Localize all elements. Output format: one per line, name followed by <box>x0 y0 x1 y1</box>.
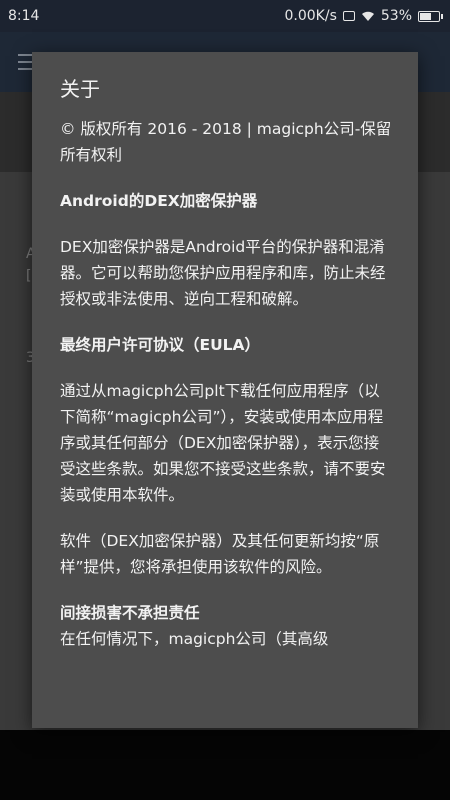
screen: 8:14 0.00K/s 53% A [ 3 关于 © 版权所有 2016 - … <box>0 0 450 800</box>
product-heading: Android的DEX加密保护器 <box>60 192 258 210</box>
copyright-text: © 版权所有 2016 - 2018 | magicph公司-保留所有权利 <box>60 120 392 164</box>
eula-heading: 最终用户许可协议（EULA） <box>60 336 261 354</box>
sim-icon <box>342 11 355 21</box>
status-icons: 0.00K/s 53% <box>284 8 443 24</box>
product-description: DEX加密保护器是Android平台的保护器和混淆器。它可以帮助您保护应用程序和… <box>60 238 386 308</box>
background-text-fragment: [ <box>26 268 32 284</box>
dialog-title: 关于 <box>60 77 100 101</box>
battery-fill <box>420 12 431 20</box>
dialog-scroll-content[interactable]: 关于 © 版权所有 2016 - 2018 | magicph公司-保留所有权利… <box>60 76 392 728</box>
network-speed: 0.00K/s <box>284 8 337 24</box>
liability-heading: 间接损害不承担责任 <box>60 604 200 622</box>
eula-paragraph-2: 软件（DEX加密保护器）及其任何更新均按“原样”提供，您将承担使用该软件的风险。 <box>60 532 380 576</box>
bottom-dark-area <box>0 730 450 800</box>
battery-percent: 53% <box>380 8 412 24</box>
about-dialog[interactable]: 关于 © 版权所有 2016 - 2018 | magicph公司-保留所有权利… <box>32 52 418 728</box>
eula-paragraph-1: 通过从magicph公司plt下载任何应用程序（以下简称“magicph公司”）… <box>60 382 386 504</box>
battery-icon <box>418 10 443 22</box>
liability-paragraph: 在任何情况下，magicph公司（其高级 <box>60 630 329 648</box>
wifi-icon <box>361 11 375 21</box>
status-time: 8:14 <box>8 8 40 24</box>
status-bar: 8:14 0.00K/s 53% <box>0 0 450 32</box>
